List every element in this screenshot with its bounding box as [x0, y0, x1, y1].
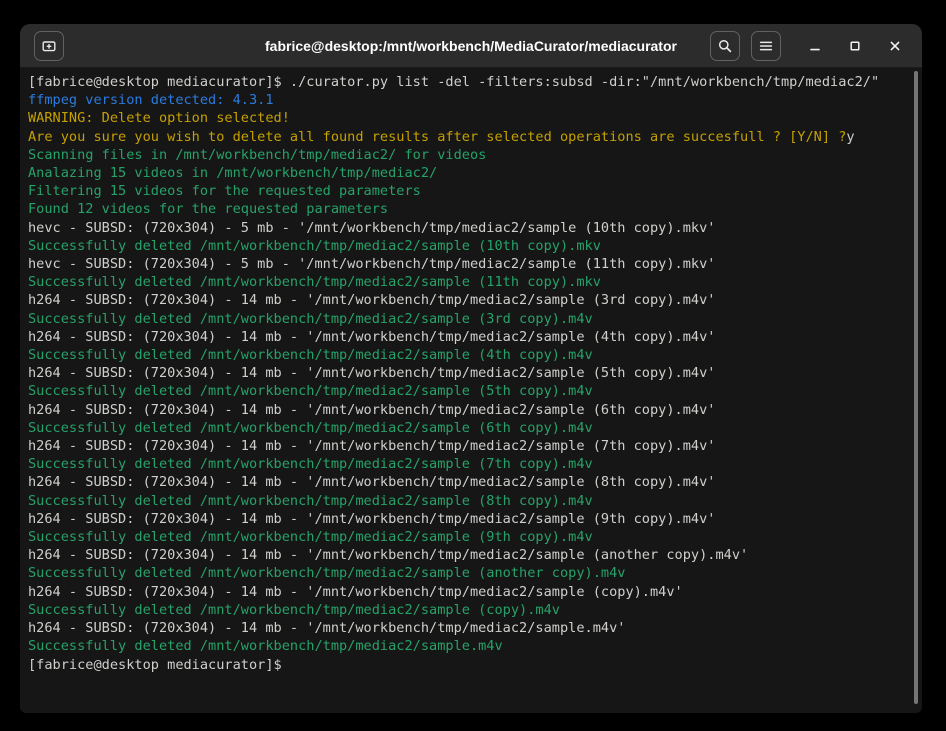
terminal-line: ffmpeg version detected: 4.3.1	[28, 91, 908, 109]
terminal-line: WARNING: Delete option selected!	[28, 109, 908, 127]
header-right-group	[710, 31, 908, 61]
terminal-line: Filtering 15 videos for the requested pa…	[28, 182, 908, 200]
menu-icon	[758, 38, 774, 54]
terminal-line: h264 - SUBSD: (720x304) - 14 mb - '/mnt/…	[28, 546, 908, 564]
terminal-line: hevc - SUBSD: (720x304) - 5 mb - '/mnt/w…	[28, 219, 908, 237]
maximize-button[interactable]	[842, 33, 868, 59]
terminal-line: hevc - SUBSD: (720x304) - 5 mb - '/mnt/w…	[28, 255, 908, 273]
window-title: fabrice@desktop:/mnt/workbench/MediaCura…	[265, 38, 677, 54]
terminal-line: Successfully deleted /mnt/workbench/tmp/…	[28, 492, 908, 510]
close-button[interactable]	[882, 33, 908, 59]
terminal-line: Successfully deleted /mnt/workbench/tmp/…	[28, 601, 908, 619]
header-bar: fabrice@desktop:/mnt/workbench/MediaCura…	[20, 24, 922, 68]
window-controls	[802, 33, 908, 59]
terminal-line: Successfully deleted /mnt/workbench/tmp/…	[28, 273, 908, 291]
terminal-line: [fabrice@desktop mediacurator]$ ./curato…	[28, 73, 908, 91]
scrollbar[interactable]	[911, 71, 920, 710]
terminal-line: h264 - SUBSD: (720x304) - 14 mb - '/mnt/…	[28, 473, 908, 491]
terminal-line: h264 - SUBSD: (720x304) - 14 mb - '/mnt/…	[28, 328, 908, 346]
terminal-line: Successfully deleted /mnt/workbench/tmp/…	[28, 419, 908, 437]
terminal-output[interactable]: [fabrice@desktop mediacurator]$ ./curato…	[20, 68, 922, 713]
terminal-line: Successfully deleted /mnt/workbench/tmp/…	[28, 455, 908, 473]
maximize-icon	[847, 38, 863, 54]
minimize-button[interactable]	[802, 33, 828, 59]
terminal-line: h264 - SUBSD: (720x304) - 14 mb - '/mnt/…	[28, 401, 908, 419]
terminal-line: h264 - SUBSD: (720x304) - 14 mb - '/mnt/…	[28, 364, 908, 382]
terminal-line: h264 - SUBSD: (720x304) - 14 mb - '/mnt/…	[28, 437, 908, 455]
scrollbar-thumb[interactable]	[914, 71, 918, 704]
terminal-line: Scanning files in /mnt/workbench/tmp/med…	[28, 146, 908, 164]
terminal-line: h264 - SUBSD: (720x304) - 14 mb - '/mnt/…	[28, 583, 908, 601]
terminal-line: h264 - SUBSD: (720x304) - 14 mb - '/mnt/…	[28, 291, 908, 309]
new-tab-icon	[41, 38, 57, 54]
terminal-line: Successfully deleted /mnt/workbench/tmp/…	[28, 310, 908, 328]
minimize-icon	[807, 38, 823, 54]
terminal-line: Analazing 15 videos in /mnt/workbench/tm…	[28, 164, 908, 182]
close-icon	[887, 38, 903, 54]
terminal-window: fabrice@desktop:/mnt/workbench/MediaCura…	[20, 24, 922, 713]
header-left-group	[34, 31, 64, 61]
terminal-line: Are you sure you wish to delete all foun…	[28, 128, 908, 146]
terminal-line: Successfully deleted /mnt/workbench/tmp/…	[28, 528, 908, 546]
menu-button[interactable]	[751, 31, 781, 61]
terminal-line: Successfully deleted /mnt/workbench/tmp/…	[28, 237, 908, 255]
terminal-lines: [fabrice@desktop mediacurator]$ ./curato…	[28, 73, 908, 674]
search-icon	[717, 38, 733, 54]
terminal-line: Successfully deleted /mnt/workbench/tmp/…	[28, 637, 908, 655]
terminal-line: Successfully deleted /mnt/workbench/tmp/…	[28, 382, 908, 400]
new-tab-button[interactable]	[34, 31, 64, 61]
terminal-line: Found 12 videos for the requested parame…	[28, 200, 908, 218]
terminal-line: h264 - SUBSD: (720x304) - 14 mb - '/mnt/…	[28, 510, 908, 528]
terminal-line: h264 - SUBSD: (720x304) - 14 mb - '/mnt/…	[28, 619, 908, 637]
terminal-line: Successfully deleted /mnt/workbench/tmp/…	[28, 564, 908, 582]
terminal-line: Successfully deleted /mnt/workbench/tmp/…	[28, 346, 908, 364]
terminal-line: [fabrice@desktop mediacurator]$	[28, 656, 908, 674]
search-button[interactable]	[710, 31, 740, 61]
